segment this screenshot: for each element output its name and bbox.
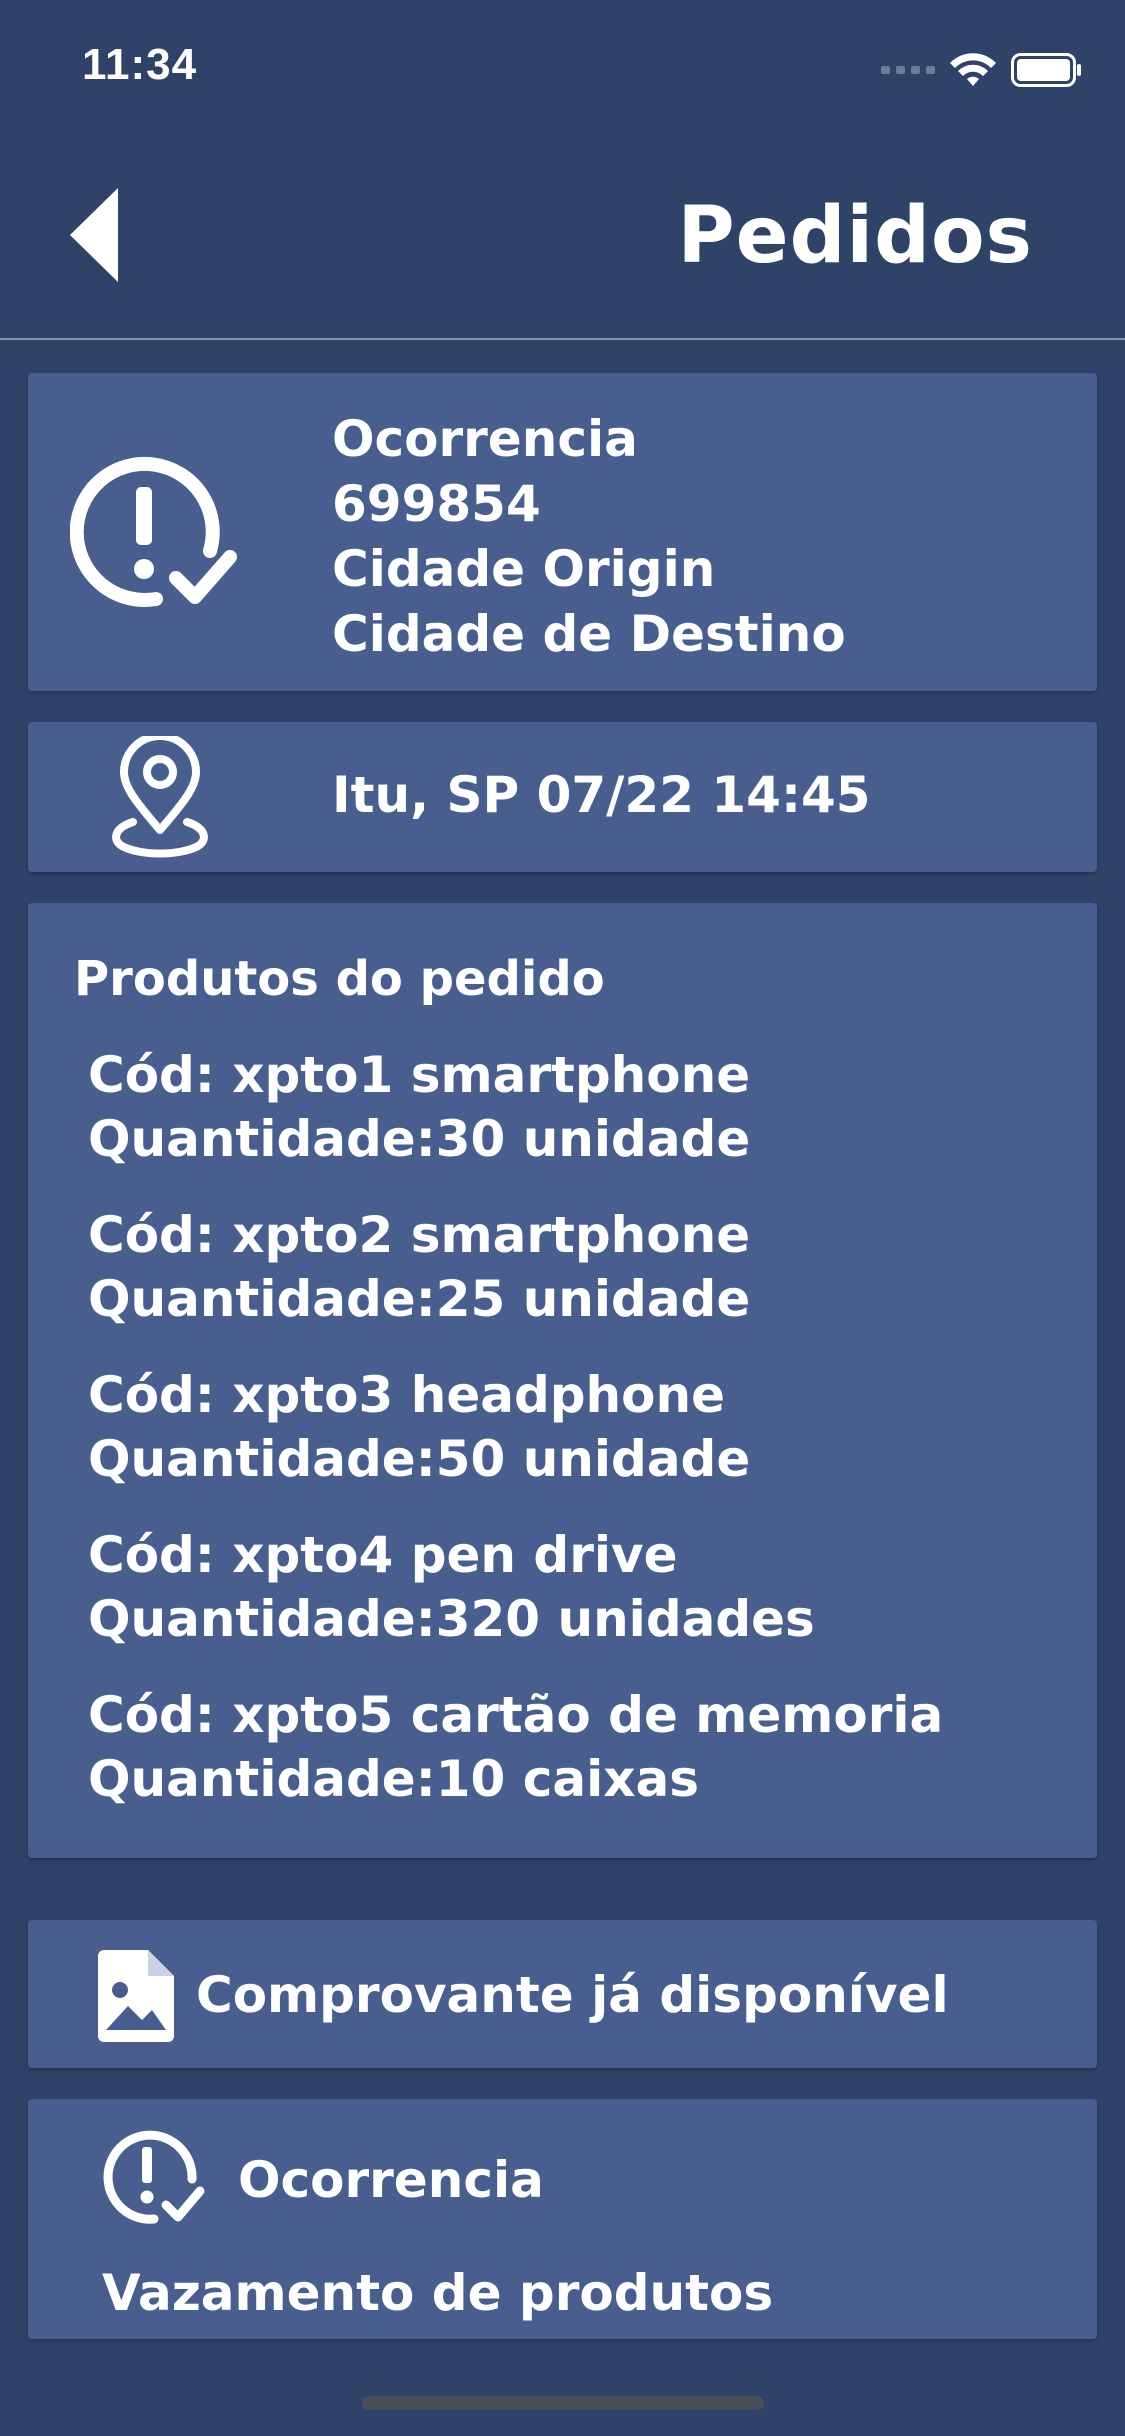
product-item: Cód: xpto2 smartphone Quantidade:25 unid…: [88, 1203, 943, 1331]
incident-description: Vazamento de produtos: [102, 2264, 774, 2322]
product-code: Cód: xpto5 cartão de memoria: [88, 1686, 944, 1744]
product-code: Cód: xpto1 smartphone: [88, 1046, 751, 1104]
back-button[interactable]: [60, 180, 130, 290]
occurrence-info: Ocorrencia 699854 Cidade Origin Cidade d…: [332, 407, 846, 667]
destination-city: Cidade de Destino: [332, 605, 846, 663]
product-code: Cód: xpto3 headphone: [88, 1366, 726, 1424]
product-item: Cód: xpto5 cartão de memoria Quantidade:…: [88, 1683, 943, 1811]
product-list: Cód: xpto1 smartphone Quantidade:30 unid…: [88, 1043, 943, 1843]
nav-bar: Pedidos: [0, 135, 1125, 340]
product-code: Cód: xpto4 pen drive: [88, 1526, 678, 1584]
home-indicator[interactable]: [362, 2396, 764, 2410]
status-time: 11:34: [82, 40, 198, 89]
alert-check-icon: [103, 2130, 205, 2224]
product-code: Cód: xpto2 smartphone: [88, 1206, 751, 1264]
product-quantity: Quantidade:50 unidade: [88, 1430, 751, 1488]
location-card[interactable]: Itu, SP 07/22 14:45: [28, 722, 1097, 872]
products-title: Produtos do pedido: [74, 951, 605, 1007]
page-title: Pedidos: [677, 191, 1033, 281]
occurrence-label: Ocorrencia: [332, 410, 638, 468]
origin-city: Cidade Origin: [332, 540, 716, 598]
incident-title: Ocorrencia: [238, 2151, 544, 2209]
signal-icon: [881, 66, 935, 74]
product-quantity: Quantidade:320 unidades: [88, 1590, 815, 1648]
document-image-icon: [98, 1950, 174, 2042]
occurrence-card[interactable]: Ocorrencia 699854 Cidade Origin Cidade d…: [28, 373, 1097, 691]
status-icons: [881, 48, 1083, 92]
alert-check-icon: [70, 456, 237, 607]
product-item: Cód: xpto3 headphone Quantidade:50 unida…: [88, 1363, 943, 1491]
wifi-icon: [950, 53, 996, 86]
battery-icon: [1011, 53, 1081, 87]
status-bar: 11:34: [0, 0, 1125, 135]
incident-card[interactable]: Ocorrencia Vazamento de produtos: [28, 2099, 1097, 2339]
products-card: Produtos do pedido Cód: xpto1 smartphone…: [28, 903, 1097, 1858]
location-datetime: Itu, SP 07/22 14:45: [332, 766, 871, 824]
receipt-button[interactable]: Comprovante já disponível: [28, 1920, 1097, 2068]
occurrence-number: 699854: [332, 475, 541, 533]
product-quantity: Quantidade:10 caixas: [88, 1750, 699, 1808]
location-pin-icon: [112, 736, 208, 858]
receipt-label: Comprovante já disponível: [196, 1966, 949, 2024]
product-quantity: Quantidade:30 unidade: [88, 1110, 751, 1168]
product-item: Cód: xpto4 pen drive Quantidade:320 unid…: [88, 1523, 943, 1651]
product-quantity: Quantidade:25 unidade: [88, 1270, 751, 1328]
product-item: Cód: xpto1 smartphone Quantidade:30 unid…: [88, 1043, 943, 1171]
back-arrow-icon: [70, 188, 118, 282]
